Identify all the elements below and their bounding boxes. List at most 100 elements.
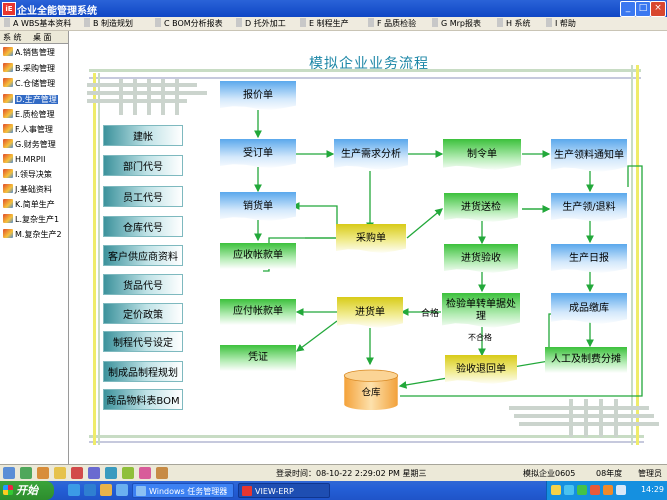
menu-outsource[interactable]: D 托外加工 [236, 18, 286, 29]
menu-mrp[interactable]: G Mrp报表 [432, 18, 481, 29]
sidebar: 系 统 桌 面 A.销售管理 B.采购管理 C.仓储管理 D.生产管理 E.质检… [0, 31, 69, 464]
node-labor-allocation[interactable]: 人工及制费分摊 [545, 347, 627, 373]
btn-warehouse-code[interactable]: 仓库代号 [103, 216, 183, 237]
calculator-icon[interactable] [20, 467, 32, 479]
module-icon [3, 139, 13, 148]
grid-icon[interactable] [3, 467, 15, 479]
btn-bom[interactable]: 商品物料表BOM [103, 389, 183, 410]
tray-icon[interactable] [577, 485, 587, 495]
menu-icon [155, 18, 161, 27]
tab-desktop[interactable]: 桌 面 [33, 32, 52, 43]
flow-title: 模拟企业业务流程 [309, 56, 429, 72]
document-icon[interactable] [71, 467, 83, 479]
menu-help[interactable]: I 帮助 [546, 18, 576, 29]
company-name: 模拟企业0605 [523, 469, 576, 478]
module-icon [3, 154, 13, 163]
login-time: 登录时间：08-10-22 2:29:02 PM 星期三 [276, 469, 427, 478]
sidebar-tabs: 系 统 桌 面 [0, 31, 68, 44]
sidebar-item-mrp[interactable]: H.MRPII [3, 153, 45, 167]
module-icon [3, 169, 13, 178]
sidebar-item-finance[interactable]: G.财务管理 [3, 138, 56, 152]
module-icon [3, 109, 13, 118]
ie-icon[interactable] [68, 484, 80, 496]
btn-product-code[interactable]: 货品代号 [103, 274, 183, 295]
sidebar-item-decision[interactable]: I.领导决策 [3, 168, 52, 182]
tray-icon[interactable] [551, 485, 561, 495]
menu-bar: A WBS基本资料 B 制造规划 C BOM分析报表 D 托外加工 E 制程生产… [0, 17, 667, 31]
btn-customer-supplier[interactable]: 客户供应商资料 [103, 245, 183, 266]
menu-process[interactable]: E 制程生产 [300, 18, 349, 29]
menu-planning[interactable]: B 制造规划 [84, 18, 133, 29]
tab-system[interactable]: 系 统 [3, 32, 22, 43]
task-task-manager[interactable]: Windows 任务管理器 [132, 483, 234, 498]
start-button[interactable]: 开始 [0, 481, 54, 500]
sidebar-item-storage[interactable]: C.仓储管理 [3, 77, 55, 91]
menu-icon [368, 18, 374, 27]
menu-bom[interactable]: C BOM分析报表 [155, 18, 223, 29]
menu-icon [4, 18, 10, 27]
btn-process-planning[interactable]: 制成品制程规划 [103, 361, 183, 382]
close-button[interactable]: × [650, 1, 666, 17]
module-icon [3, 94, 13, 103]
menu-icon [546, 18, 552, 27]
btn-setup-accounts[interactable]: 建帐 [103, 125, 183, 146]
ie-icon-2[interactable] [84, 484, 96, 496]
node-receivable[interactable]: 应收帐款单 [220, 243, 296, 269]
flow-canvas: 模拟企业业务流程 建帐 部门代号 员工代号 仓库代号 客户供应商资料 货品代号 … [69, 31, 667, 464]
sidebar-item-hr[interactable]: F.人事管理 [3, 123, 53, 137]
sidebar-item-purchase[interactable]: B.采购管理 [3, 62, 55, 76]
sidebar-item-complex-production-1[interactable]: L.复杂生产1 [3, 213, 59, 227]
label-pass: 合格 [421, 309, 440, 319]
mail-icon[interactable] [54, 467, 66, 479]
module-icon [3, 47, 13, 56]
tray-icon[interactable] [603, 485, 613, 495]
tray-icon[interactable] [564, 485, 574, 495]
maximize-button[interactable]: □ [635, 1, 651, 17]
module-icon [3, 229, 13, 238]
task-manager-icon [136, 486, 146, 496]
menu-quality[interactable]: F 品质检验 [368, 18, 416, 29]
status-bar: 登录时间：08-10-22 2:29:02 PM 星期三 模拟企业0605 08… [0, 464, 667, 482]
volume-icon[interactable] [616, 485, 626, 495]
windows-flag-icon [3, 485, 13, 495]
menu-icon [432, 18, 438, 27]
btn-department-code[interactable]: 部门代号 [103, 155, 183, 176]
menu-icon [497, 18, 503, 27]
speaker-icon[interactable] [139, 467, 151, 479]
tools-icon[interactable] [156, 467, 168, 479]
btn-pricing-policy[interactable]: 定价政策 [103, 303, 183, 324]
sidebar-item-complex-production-2[interactable]: M.复杂生产2 [3, 228, 62, 242]
fiscal-year: 08年度 [596, 469, 623, 478]
tray-icon[interactable] [590, 485, 600, 495]
users-icon[interactable] [37, 467, 49, 479]
system-tray: 14:29 [546, 481, 667, 500]
folder-icon[interactable] [100, 484, 112, 496]
people-icon[interactable] [105, 467, 117, 479]
show-desktop-icon[interactable] [116, 484, 128, 496]
btn-employee-code[interactable]: 员工代号 [103, 186, 183, 207]
task-view-erp[interactable]: VIEW-ERP [238, 483, 330, 498]
node-warehouse[interactable]: 仓库 [342, 369, 400, 411]
menu-wbs[interactable]: A WBS基本资料 [4, 18, 71, 29]
sidebar-item-basic-data[interactable]: J.基础资料 [3, 183, 52, 197]
window-title: 企业全能管理系统 [17, 6, 97, 17]
module-icon [3, 63, 13, 72]
node-payable[interactable]: 应付帐款单 [220, 299, 296, 325]
module-icon [3, 199, 13, 208]
menu-icon [84, 18, 90, 27]
minimize-button[interactable]: _ [620, 1, 636, 17]
node-voucher[interactable]: 凭证 [220, 345, 296, 371]
erp-app-icon [242, 486, 252, 496]
report-icon[interactable] [122, 467, 134, 479]
warehouse-label: 仓库 [361, 387, 381, 399]
sidebar-item-sales[interactable]: A.销售管理 [3, 46, 55, 60]
current-user: 管理员 [638, 469, 662, 478]
btn-process-code[interactable]: 制程代号设定 [103, 331, 183, 352]
sidebar-item-simple-production[interactable]: K.简单生产 [3, 198, 55, 212]
sidebar-item-qc[interactable]: E.质检管理 [3, 108, 55, 122]
taskbar: 开始 Windows 任务管理器 VIEW-ERP 14:29 [0, 481, 667, 500]
menu-icon [236, 18, 242, 27]
menu-system[interactable]: H 系统 [497, 18, 531, 29]
chart-icon[interactable] [88, 467, 100, 479]
sidebar-item-production[interactable]: D.生产管理 [3, 93, 58, 107]
